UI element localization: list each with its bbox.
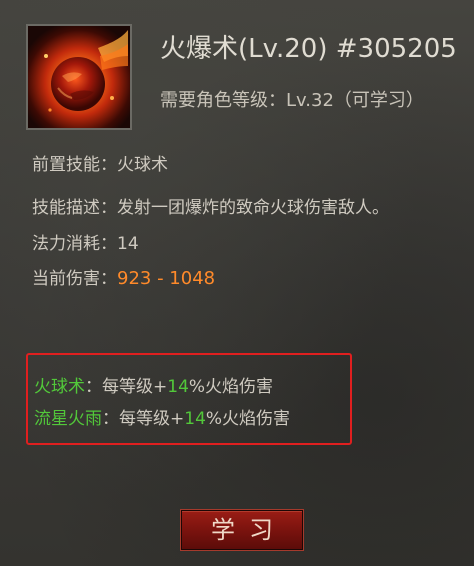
bonus-row: 流星火雨：每等级+14%火焰伤害: [34, 404, 290, 429]
bonus-suffix: %火焰伤害: [205, 409, 291, 429]
mana-cost-line: 法力消耗：14: [32, 229, 139, 254]
learn-button[interactable]: 学习: [181, 510, 303, 550]
description-value: 发射一团爆炸的致命火球伤害敌人。: [117, 198, 389, 218]
mana-cost-label: 法力消耗：: [32, 234, 117, 254]
skill-tooltip-panel: 火爆术(Lv.20) #305205 需要角色等级：Lv.32（可学习） 前置技…: [0, 0, 474, 566]
mana-cost-value: 14: [117, 234, 139, 254]
bonus-skill-name: 火球术: [34, 377, 85, 397]
bonus-percent: 14: [167, 377, 189, 397]
description-label: 技能描述：: [32, 198, 117, 218]
bonus-percent: 14: [184, 409, 206, 429]
bonus-suffix: %火焰伤害: [188, 377, 274, 397]
level-requirement: 需要角色等级：Lv.32（可学习）: [160, 90, 424, 111]
bonus-skill-name: 流星火雨: [34, 409, 102, 429]
bonus-separator: ：: [85, 377, 102, 397]
prerequisite-line: 前置技能：火球术: [32, 150, 168, 175]
damage-label: 当前伤害：: [32, 269, 117, 289]
prerequisite-label: 前置技能：: [32, 155, 117, 175]
skill-title: 火爆术(Lv.20) #305205: [160, 34, 457, 64]
bonus-row: 火球术：每等级+14%火焰伤害: [34, 372, 273, 397]
prerequisite-value: 火球术: [117, 155, 168, 175]
damage-line: 当前伤害：923 - 1048: [32, 264, 215, 289]
fireball-skill-icon: [26, 24, 132, 130]
description-line: 技能描述：发射一团爆炸的致命火球伤害敌人。: [32, 193, 389, 218]
bonus-separator: ：: [102, 409, 119, 429]
bonus-prefix: 每等级+: [119, 409, 185, 429]
bonus-prefix: 每等级+: [102, 377, 168, 397]
bonus-highlight-box: [26, 353, 352, 445]
damage-value: 923 - 1048: [117, 268, 216, 289]
